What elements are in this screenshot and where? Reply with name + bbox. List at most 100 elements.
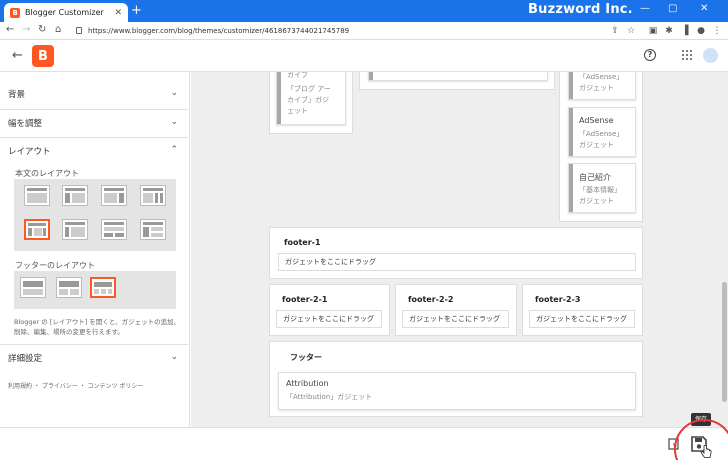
body-layout-option-6[interactable] bbox=[62, 219, 88, 240]
maximize-icon[interactable]: ▢ bbox=[668, 3, 677, 14]
avatar[interactable] bbox=[703, 48, 718, 63]
footer-2-3-dropzone[interactable]: ガジェットをここにドラッグ bbox=[529, 310, 635, 328]
section-width[interactable]: 幅を調整 ⌄ bbox=[0, 109, 188, 137]
minimize-icon[interactable]: — bbox=[640, 3, 650, 14]
top-adsense-gadget[interactable]: 「AdSense」 ガジェット bbox=[568, 72, 636, 100]
footer-2-1-dropzone[interactable]: ガジェットをここにドラッグ bbox=[276, 310, 382, 328]
url-field[interactable]: https://www.blogger.com/blog/themes/cust… bbox=[76, 24, 556, 38]
scrollbar-thumb[interactable] bbox=[722, 282, 727, 402]
sidepanel-icon[interactable]: ▐ bbox=[680, 26, 690, 36]
help-icon[interactable]: ? bbox=[644, 49, 656, 61]
body-layout-option-2[interactable] bbox=[62, 185, 88, 206]
reload-icon[interactable]: ↻ bbox=[38, 24, 46, 35]
home-icon[interactable]: ⌂ bbox=[55, 24, 61, 35]
preview-scrollbar[interactable] bbox=[721, 72, 728, 427]
drag-handle[interactable] bbox=[569, 108, 573, 156]
puzzle-icon[interactable]: ✱ bbox=[664, 26, 674, 36]
profile-gadget-desc-1: 「基本情報」 bbox=[579, 186, 621, 194]
footer-1-dropzone[interactable]: ガジェットをここにドラッグ bbox=[278, 253, 636, 271]
adsense-gadget-desc-2: ガジェット bbox=[579, 141, 614, 149]
sidebar-column-left: ガイブ 「ブログ アー カイブ」ガジ ェット bbox=[269, 72, 353, 134]
browser-tab[interactable]: B Blogger Customizer ✕ bbox=[4, 3, 128, 22]
body-layout-option-7[interactable] bbox=[101, 219, 127, 240]
menu-kebab-icon[interactable]: ⋮ bbox=[712, 26, 722, 36]
drag-handle[interactable] bbox=[569, 164, 573, 212]
section-background[interactable]: 背景 ⌄ bbox=[0, 80, 188, 108]
bookmark-star-icon[interactable]: ☆ bbox=[626, 26, 636, 36]
footer-layout-label: フッターのレイアウト bbox=[15, 261, 95, 270]
main-column bbox=[359, 72, 555, 90]
profile-icon[interactable]: ● bbox=[696, 26, 706, 36]
layout-help-text: Blogger の [レイアウト] を開くと、ガジェットの追加、削除、編集、場所… bbox=[14, 318, 181, 336]
footer-1-section: footer-1 ガジェットをここにドラッグ bbox=[269, 227, 643, 279]
legal-links[interactable]: 利用規約 ・ プライバシー ・ コンテンツ ポリシー bbox=[8, 381, 143, 390]
top-adsense-desc-2: ガジェット bbox=[579, 84, 614, 92]
section-advanced-label: 詳細設定 bbox=[8, 354, 43, 364]
drag-handle[interactable] bbox=[369, 72, 373, 80]
forward-nav-icon[interactable]: → bbox=[22, 24, 30, 35]
adsense-gadget[interactable]: AdSense 「AdSense」 ガジェット bbox=[568, 107, 636, 157]
adsense-gadget-title: AdSense bbox=[579, 116, 614, 125]
chevron-up-icon: ⌃ bbox=[170, 145, 178, 155]
body-layout-grid bbox=[14, 179, 176, 251]
body-layout-label: 本文のレイアウト bbox=[15, 169, 79, 178]
section-layout[interactable]: レイアウト ⌃ bbox=[0, 137, 188, 165]
chevron-down-icon: ⌄ bbox=[170, 352, 178, 362]
archive-gadget-desc-1: 「ブログ アー bbox=[287, 85, 331, 93]
attribution-gadget[interactable]: Attribution 「Attribution」ガジェット bbox=[278, 372, 636, 410]
section-width-label: 幅を調整 bbox=[8, 119, 43, 129]
blogger-favicon-icon: B bbox=[10, 7, 20, 18]
footer-3-title: フッター bbox=[290, 353, 322, 362]
footer-2-3-section: footer-2-3 ガジェットをここにドラッグ bbox=[522, 284, 643, 336]
attribution-gadget-title: Attribution bbox=[286, 379, 329, 388]
chevron-down-icon: ⌄ bbox=[170, 117, 178, 127]
window-close-icon[interactable]: ✕ bbox=[700, 3, 708, 14]
footer-1-title: footer-1 bbox=[284, 238, 321, 247]
layout-preview: ガイブ 「ブログ アー カイブ」ガジ ェット 「AdSense」 ガジェット A… bbox=[191, 72, 728, 427]
body-layout-option-5-selected[interactable] bbox=[24, 219, 50, 240]
drag-handle[interactable] bbox=[277, 72, 281, 124]
adsense-gadget-desc-1: 「AdSense」 bbox=[579, 130, 624, 138]
body-layout-option-4[interactable] bbox=[140, 185, 166, 206]
archive-gadget[interactable]: ガイブ 「ブログ アー カイブ」ガジ ェット bbox=[276, 72, 346, 125]
archive-gadget-desc-3: ェット bbox=[287, 107, 308, 115]
body-layout-option-1[interactable] bbox=[24, 185, 50, 206]
extension-icon[interactable]: ▣ bbox=[648, 26, 658, 36]
browser-titlebar: B Blogger Customizer ✕ + Buzzword Inc. —… bbox=[0, 0, 728, 22]
body-layout-option-3[interactable] bbox=[101, 185, 127, 206]
footer-layout-option-3-selected[interactable] bbox=[90, 277, 116, 298]
profile-gadget-desc-2: ガジェット bbox=[579, 197, 614, 205]
section-layout-label: レイアウト bbox=[8, 147, 51, 157]
archive-gadget-title: ガイブ bbox=[287, 72, 308, 79]
url-text: https://www.blogger.com/blog/themes/cust… bbox=[88, 27, 350, 35]
lock-icon bbox=[76, 27, 82, 34]
footer-2-1-title: footer-2-1 bbox=[282, 295, 328, 304]
footer-2-2-dropzone[interactable]: ガジェットをここにドラッグ bbox=[402, 310, 509, 328]
blogger-logo[interactable]: B bbox=[32, 45, 54, 67]
brand-watermark: Buzzword Inc. bbox=[528, 2, 633, 17]
address-bar: ← → ↻ ⌂ https://www.blogger.com/blog/the… bbox=[0, 22, 728, 40]
footer-2-2-section: footer-2-2 ガジェットをここにドラッグ bbox=[395, 284, 517, 336]
new-tab-button[interactable]: + bbox=[131, 4, 142, 18]
footer-layout-option-1[interactable] bbox=[20, 277, 46, 298]
main-gadget[interactable] bbox=[368, 72, 548, 81]
top-adsense-desc-1: 「AdSense」 bbox=[579, 73, 624, 81]
footer-layout-option-2[interactable] bbox=[56, 277, 82, 298]
customizer-sidebar: 背景 ⌄ 幅を調整 ⌄ レイアウト ⌃ 本文のレイアウト フッターのレイアウト … bbox=[0, 72, 190, 427]
share-icon[interactable]: ⇪ bbox=[610, 26, 620, 36]
chevron-down-icon: ⌄ bbox=[170, 88, 178, 98]
section-background-label: 背景 bbox=[8, 90, 26, 100]
back-arrow-icon[interactable]: ← bbox=[12, 48, 23, 63]
bottom-action-bar bbox=[0, 427, 728, 460]
section-advanced[interactable]: 詳細設定 ⌄ bbox=[0, 344, 188, 372]
attribution-gadget-desc: 「Attribution」ガジェット bbox=[286, 393, 373, 401]
footer-2-1-section: footer-2-1 ガジェットをここにドラッグ bbox=[269, 284, 390, 336]
sidebar-column-right: 「AdSense」 ガジェット AdSense 「AdSense」 ガジェット … bbox=[559, 72, 643, 222]
drag-handle[interactable] bbox=[569, 72, 573, 99]
tab-close-icon[interactable]: ✕ bbox=[114, 8, 122, 18]
blogger-header: ← B ? bbox=[0, 40, 728, 72]
back-nav-icon[interactable]: ← bbox=[6, 24, 14, 35]
profile-gadget[interactable]: 自己紹介 「基本情報」 ガジェット bbox=[568, 163, 636, 213]
body-layout-option-8[interactable] bbox=[140, 219, 166, 240]
apps-grid-icon[interactable] bbox=[682, 50, 692, 60]
